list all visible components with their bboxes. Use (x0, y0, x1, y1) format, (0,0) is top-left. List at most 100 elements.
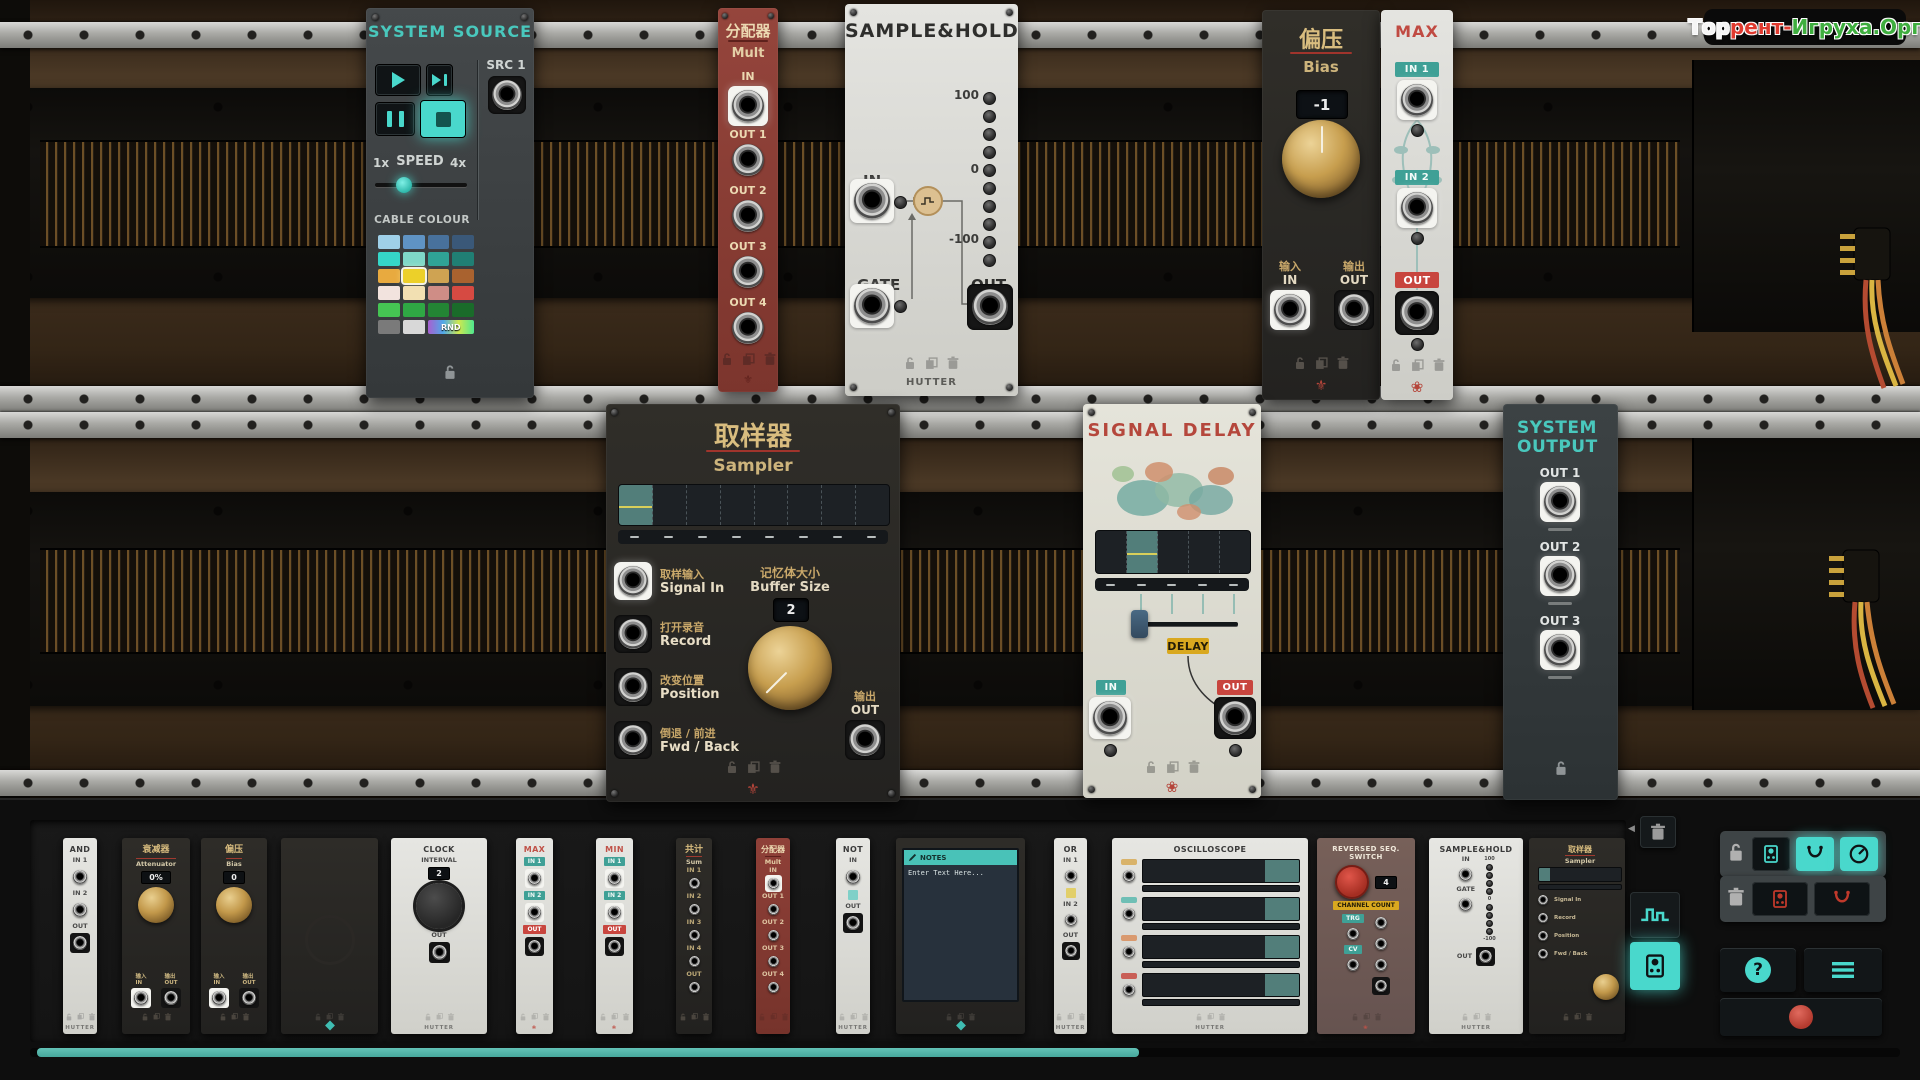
out-jack[interactable] (732, 312, 764, 344)
module-action-icons[interactable] (1381, 358, 1453, 372)
mini-jack[interactable] (429, 942, 450, 963)
cable-colour-swatch[interactable] (428, 269, 450, 283)
mini-jack[interactable] (605, 937, 624, 956)
module-action-icons[interactable] (718, 352, 778, 366)
cable-colour-swatch[interactable] (378, 269, 400, 283)
out-jack[interactable] (845, 720, 885, 760)
mini-jack[interactable] (1120, 905, 1138, 923)
mini-jack[interactable] (70, 933, 90, 953)
mini-jack[interactable] (1372, 956, 1390, 974)
tray-scrollbar-thumb[interactable] (37, 1048, 1139, 1057)
mini-jack[interactable] (239, 988, 259, 1008)
mini-knob[interactable] (1593, 974, 1619, 1000)
tray-module-or[interactable]: ORIN 1IN 2OUTHUTTER (1054, 838, 1087, 1034)
signal-view-button[interactable] (1630, 892, 1680, 938)
play-button[interactable] (375, 64, 421, 96)
cable-colour-swatch[interactable] (403, 235, 425, 249)
out-jack[interactable] (1395, 291, 1439, 335)
record-button[interactable] (1720, 998, 1882, 1036)
buffer-size-knob[interactable] (748, 626, 832, 710)
sampler-jack-record[interactable] (614, 615, 652, 653)
mini-knob[interactable] (1335, 865, 1369, 899)
mini-jack[interactable] (1535, 946, 1551, 962)
out-jack[interactable] (1334, 290, 1374, 330)
mini-jack[interactable] (525, 937, 544, 956)
mini-jack[interactable] (765, 979, 782, 996)
tray-module-attenuator[interactable]: 衰减器Attenuator0%输入IN输出OUT (122, 838, 190, 1034)
mini-jack[interactable] (686, 875, 703, 892)
cable-colour-swatch[interactable] (378, 252, 400, 266)
mini-jack[interactable] (765, 953, 782, 970)
in-jack[interactable] (1089, 697, 1131, 739)
toggle-modules-button[interactable] (1752, 837, 1790, 871)
tray-module-bias[interactable]: 偏压Bias0输入IN输出OUT (201, 838, 267, 1034)
cable-colour-swatch[interactable] (378, 320, 400, 334)
lock-icon[interactable] (366, 364, 534, 380)
mini-jack[interactable] (686, 953, 703, 970)
in2-jack[interactable] (1397, 188, 1437, 228)
tray-module-sampler_mini[interactable]: 取样器SamplerSignal InRecordPositionFwd / B… (1529, 838, 1625, 1034)
mini-jack[interactable] (1344, 956, 1362, 974)
mini-jack[interactable] (765, 927, 782, 944)
mini-jack[interactable] (131, 988, 151, 1008)
cable-colour-swatch[interactable] (428, 252, 450, 266)
cable-colour-swatch[interactable] (378, 235, 400, 249)
sampler-jack-fwd-back[interactable] (614, 721, 652, 759)
mini-jack[interactable] (686, 901, 703, 918)
mini-jack[interactable] (765, 875, 782, 892)
system-out-jack[interactable] (1540, 482, 1580, 522)
tray-module-and[interactable]: ANDIN 1IN 2OUTHUTTER (63, 838, 97, 1034)
out-jack[interactable] (732, 144, 764, 176)
cable-colour-swatch[interactable] (378, 303, 400, 317)
bias-knob[interactable] (1282, 120, 1360, 198)
tray-module-notes[interactable]: NOTESEnter Text Here... (896, 838, 1025, 1034)
module-mult[interactable]: 分配器 Mult IN OUT 1 OUT 2 OUT 3 OUT 4 ⚜ (718, 8, 778, 392)
pause-button[interactable] (375, 102, 415, 136)
cable-colour-swatch[interactable] (428, 286, 450, 300)
menu-button[interactable] (1804, 948, 1882, 992)
mini-jack[interactable] (161, 988, 181, 1008)
cable-bundle-middle[interactable] (1755, 520, 1905, 710)
cable-colour-swatch[interactable] (403, 269, 425, 283)
mini-jack[interactable] (1120, 943, 1138, 961)
system-out-jack[interactable] (1540, 630, 1580, 670)
random-colour-button[interactable]: RND (428, 320, 475, 334)
help-button[interactable]: ? (1720, 948, 1796, 992)
notes-screen[interactable]: NOTESEnter Text Here... (902, 848, 1019, 1002)
module-action-icons[interactable] (606, 760, 900, 774)
lock-icon[interactable] (1726, 842, 1746, 866)
cable-colour-swatch[interactable] (403, 320, 425, 334)
mini-jack[interactable] (1120, 867, 1138, 885)
cable-colour-swatch[interactable] (428, 303, 450, 317)
in1-jack[interactable] (1397, 80, 1437, 120)
in-jack[interactable] (728, 86, 768, 126)
in-jack[interactable] (850, 179, 894, 223)
collapse-arrow-icon[interactable]: ◀ (1628, 824, 1635, 834)
toggle-cables-button[interactable] (1796, 837, 1834, 871)
gate-jack[interactable] (850, 284, 894, 328)
module-action-icons[interactable] (1083, 760, 1261, 774)
mini-jack[interactable] (1456, 895, 1475, 914)
cable-colour-swatch[interactable] (378, 286, 400, 300)
module-action-icons[interactable] (845, 356, 1018, 370)
mini-jack[interactable] (765, 901, 782, 918)
in-jack[interactable] (1270, 290, 1310, 330)
notes-body[interactable]: Enter Text Here... (904, 865, 1017, 881)
cable-bundle-top[interactable] (1770, 200, 1910, 390)
mini-jack[interactable] (605, 869, 624, 888)
cable-colour-swatch[interactable] (403, 286, 425, 300)
mini-jack[interactable] (843, 913, 863, 933)
module-system-source[interactable]: SYSTEM SOURCE SRC 1 1x SPEED 4x CABLE CO… (366, 8, 534, 398)
module-bias[interactable]: 偏压 Bias -1 输入 IN 输出 OUT ⚜ (1262, 10, 1380, 400)
mini-jack[interactable] (686, 979, 703, 996)
speed-slider-track[interactable] (375, 183, 467, 187)
mini-jack[interactable] (525, 869, 544, 888)
tray-module-revseq[interactable]: REVERSED SEQ.SWITCH4CHANNEL COUNTTRGCV❀ (1317, 838, 1415, 1034)
tray-trash-button[interactable] (1640, 816, 1676, 848)
mini-jack[interactable] (1062, 942, 1080, 960)
src1-jack[interactable] (488, 76, 526, 114)
mini-knob[interactable] (216, 887, 252, 923)
tray-module-min[interactable]: MININ 1IN 2OUT❀ (596, 838, 633, 1034)
tray-module-blank[interactable] (281, 838, 378, 1034)
sampler-jack-position[interactable] (614, 668, 652, 706)
